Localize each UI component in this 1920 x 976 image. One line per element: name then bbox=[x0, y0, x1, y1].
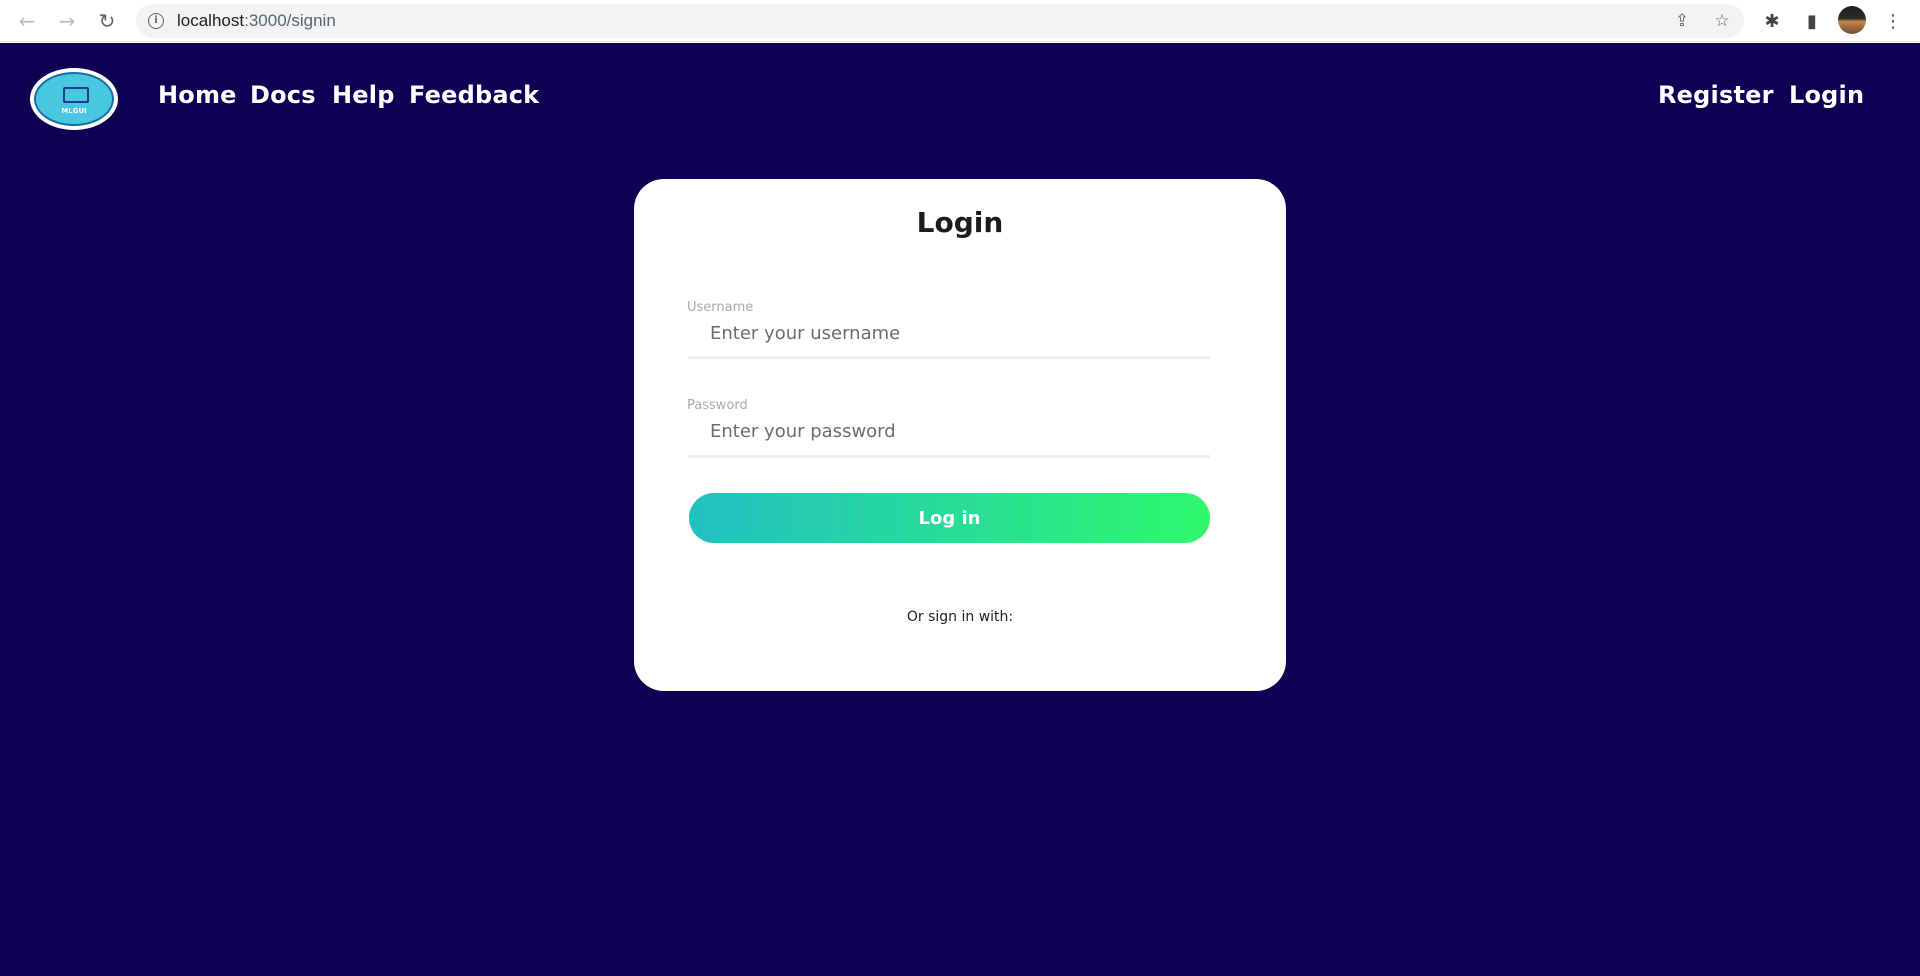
password-input[interactable] bbox=[688, 411, 1210, 451]
site-logo[interactable]: MLGUI bbox=[30, 68, 118, 130]
nav-login-link[interactable]: Login bbox=[1789, 81, 1864, 109]
site-info-icon[interactable]: i bbox=[148, 13, 164, 29]
nav-feedback-link[interactable]: Feedback bbox=[409, 81, 539, 109]
extensions-icon[interactable]: ✱ bbox=[1757, 6, 1787, 36]
alt-signin-text: Or sign in with: bbox=[906, 609, 1014, 625]
forward-icon[interactable]: → bbox=[52, 6, 82, 36]
nav-home-link[interactable]: Home bbox=[158, 81, 237, 109]
side-panel-icon[interactable]: ▮ bbox=[1797, 6, 1827, 36]
share-icon[interactable]: ⇪ bbox=[1670, 9, 1694, 33]
login-card: Login Username Password Log in Or sign i… bbox=[634, 179, 1286, 691]
logo-text: MLGUI bbox=[61, 107, 87, 115]
username-input[interactable] bbox=[688, 313, 1210, 353]
reload-icon[interactable]: ↻ bbox=[92, 6, 122, 36]
profile-avatar[interactable] bbox=[1838, 6, 1866, 34]
browser-menu-icon[interactable]: ⋮ bbox=[1878, 6, 1908, 36]
nav-docs-link[interactable]: Docs bbox=[250, 81, 316, 109]
url-text[interactable]: localhost:3000/signin bbox=[177, 11, 336, 31]
login-submit-button[interactable]: Log in bbox=[689, 493, 1210, 543]
logo-monitor-icon bbox=[63, 87, 89, 103]
address-bar[interactable]: i localhost:3000/signin ⇪ ☆ bbox=[136, 4, 1744, 38]
page-background: MLGUI Home Docs Help Feedback Register L… bbox=[0, 43, 1920, 976]
url-path: :3000/signin bbox=[244, 11, 336, 30]
logo-emblem: MLGUI bbox=[34, 72, 114, 126]
nav-register-link[interactable]: Register bbox=[1658, 81, 1774, 109]
url-host: localhost bbox=[177, 11, 245, 30]
password-underline bbox=[688, 455, 1210, 458]
back-icon[interactable]: ← bbox=[12, 6, 42, 36]
nav-help-link[interactable]: Help bbox=[332, 81, 395, 109]
login-title: Login bbox=[916, 206, 1004, 239]
bookmark-star-icon[interactable]: ☆ bbox=[1710, 9, 1734, 33]
username-underline bbox=[688, 356, 1210, 359]
browser-toolbar: ← → ↻ i localhost:3000/signin ⇪ ☆ ✱ ▮ ⋮ bbox=[0, 0, 1920, 42]
